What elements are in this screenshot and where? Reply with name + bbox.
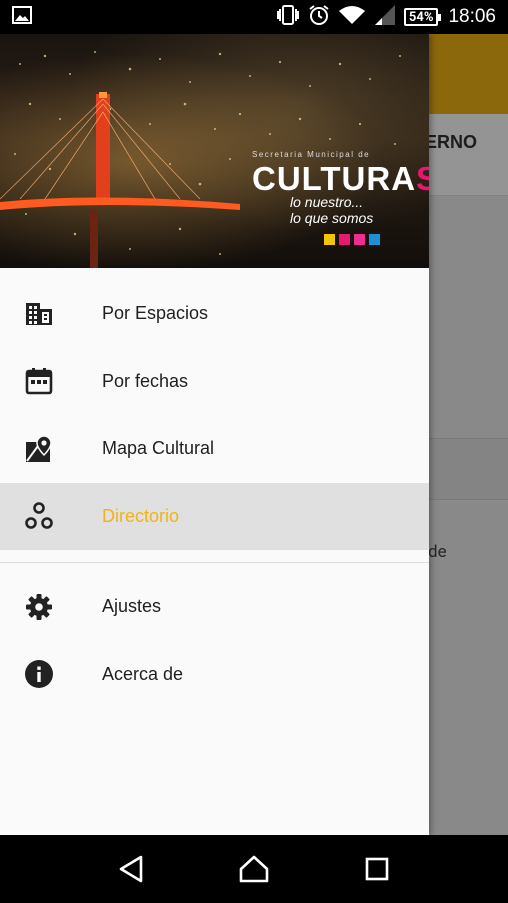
group-nodes-icon	[24, 501, 54, 531]
culturas-logo: Secretaria Municipal de CULTURAS lo nues…	[252, 150, 429, 245]
menu-item-label: Acerca de	[102, 663, 184, 684]
menu-item-label: Mapa Cultural	[102, 438, 215, 459]
recents-icon[interactable]	[357, 849, 397, 889]
logo-title: CULTURAS	[252, 160, 429, 198]
navigation-drawer: Secretaria Municipal de CULTURAS lo nues…	[0, 34, 429, 835]
menu-item-label: Directorio	[102, 505, 180, 526]
menu-item-ajustes[interactable]: Ajustes	[0, 573, 429, 641]
back-icon[interactable]	[111, 849, 151, 889]
logo-square	[339, 234, 350, 245]
logo-tagline: lo nuestro... lo que somos	[290, 194, 429, 226]
logo-tagline-line2: lo que somos	[290, 210, 374, 226]
menu-item-label: Ajustes	[102, 596, 162, 617]
building-icon	[24, 299, 54, 329]
menu-item-label: Por Espacios	[102, 303, 209, 324]
gear-icon	[24, 592, 54, 622]
alarm-icon	[308, 4, 330, 30]
wifi-icon	[338, 4, 366, 30]
logo-color-squares	[324, 234, 429, 245]
drawer-menu: Por Espacios Por fechas Mapa Cultural Di…	[0, 268, 429, 550]
logo-square	[324, 234, 335, 245]
home-icon[interactable]	[234, 849, 274, 889]
vibrate-icon	[276, 5, 300, 29]
menu-item-directorio[interactable]: Directorio	[0, 482, 429, 550]
logo-square	[354, 234, 365, 245]
logo-title-main: CULTURA	[252, 160, 417, 197]
system-nav-bar	[0, 835, 508, 903]
status-bar: 54% 18:06	[0, 0, 508, 34]
menu-item-por-espacios[interactable]: Por Espacios	[0, 280, 429, 348]
image-icon	[12, 6, 32, 28]
menu-item-mapa-cultural[interactable]: Mapa Cultural	[0, 415, 429, 483]
drawer-secondary-menu: Ajustes Acerca de	[0, 573, 429, 708]
menu-item-acerca-de[interactable]: Acerca de	[0, 641, 429, 709]
logo-square	[369, 234, 380, 245]
battery-indicator: 54%	[403, 8, 441, 26]
menu-item-label: Por fechas	[102, 370, 189, 391]
map-marker-icon	[24, 434, 54, 464]
logo-subtitle: Secretaria Municipal de	[252, 150, 371, 159]
menu-divider	[0, 562, 429, 563]
menu-item-por-fechas[interactable]: Por fechas	[0, 348, 429, 416]
info-icon	[24, 659, 54, 689]
clock: 18:06	[448, 6, 496, 27]
drawer-header: Secretaria Municipal de CULTURAS lo nues…	[0, 34, 429, 268]
calendar-icon	[24, 366, 54, 396]
signal-icon	[374, 4, 396, 30]
logo-title-s: S	[416, 160, 429, 197]
